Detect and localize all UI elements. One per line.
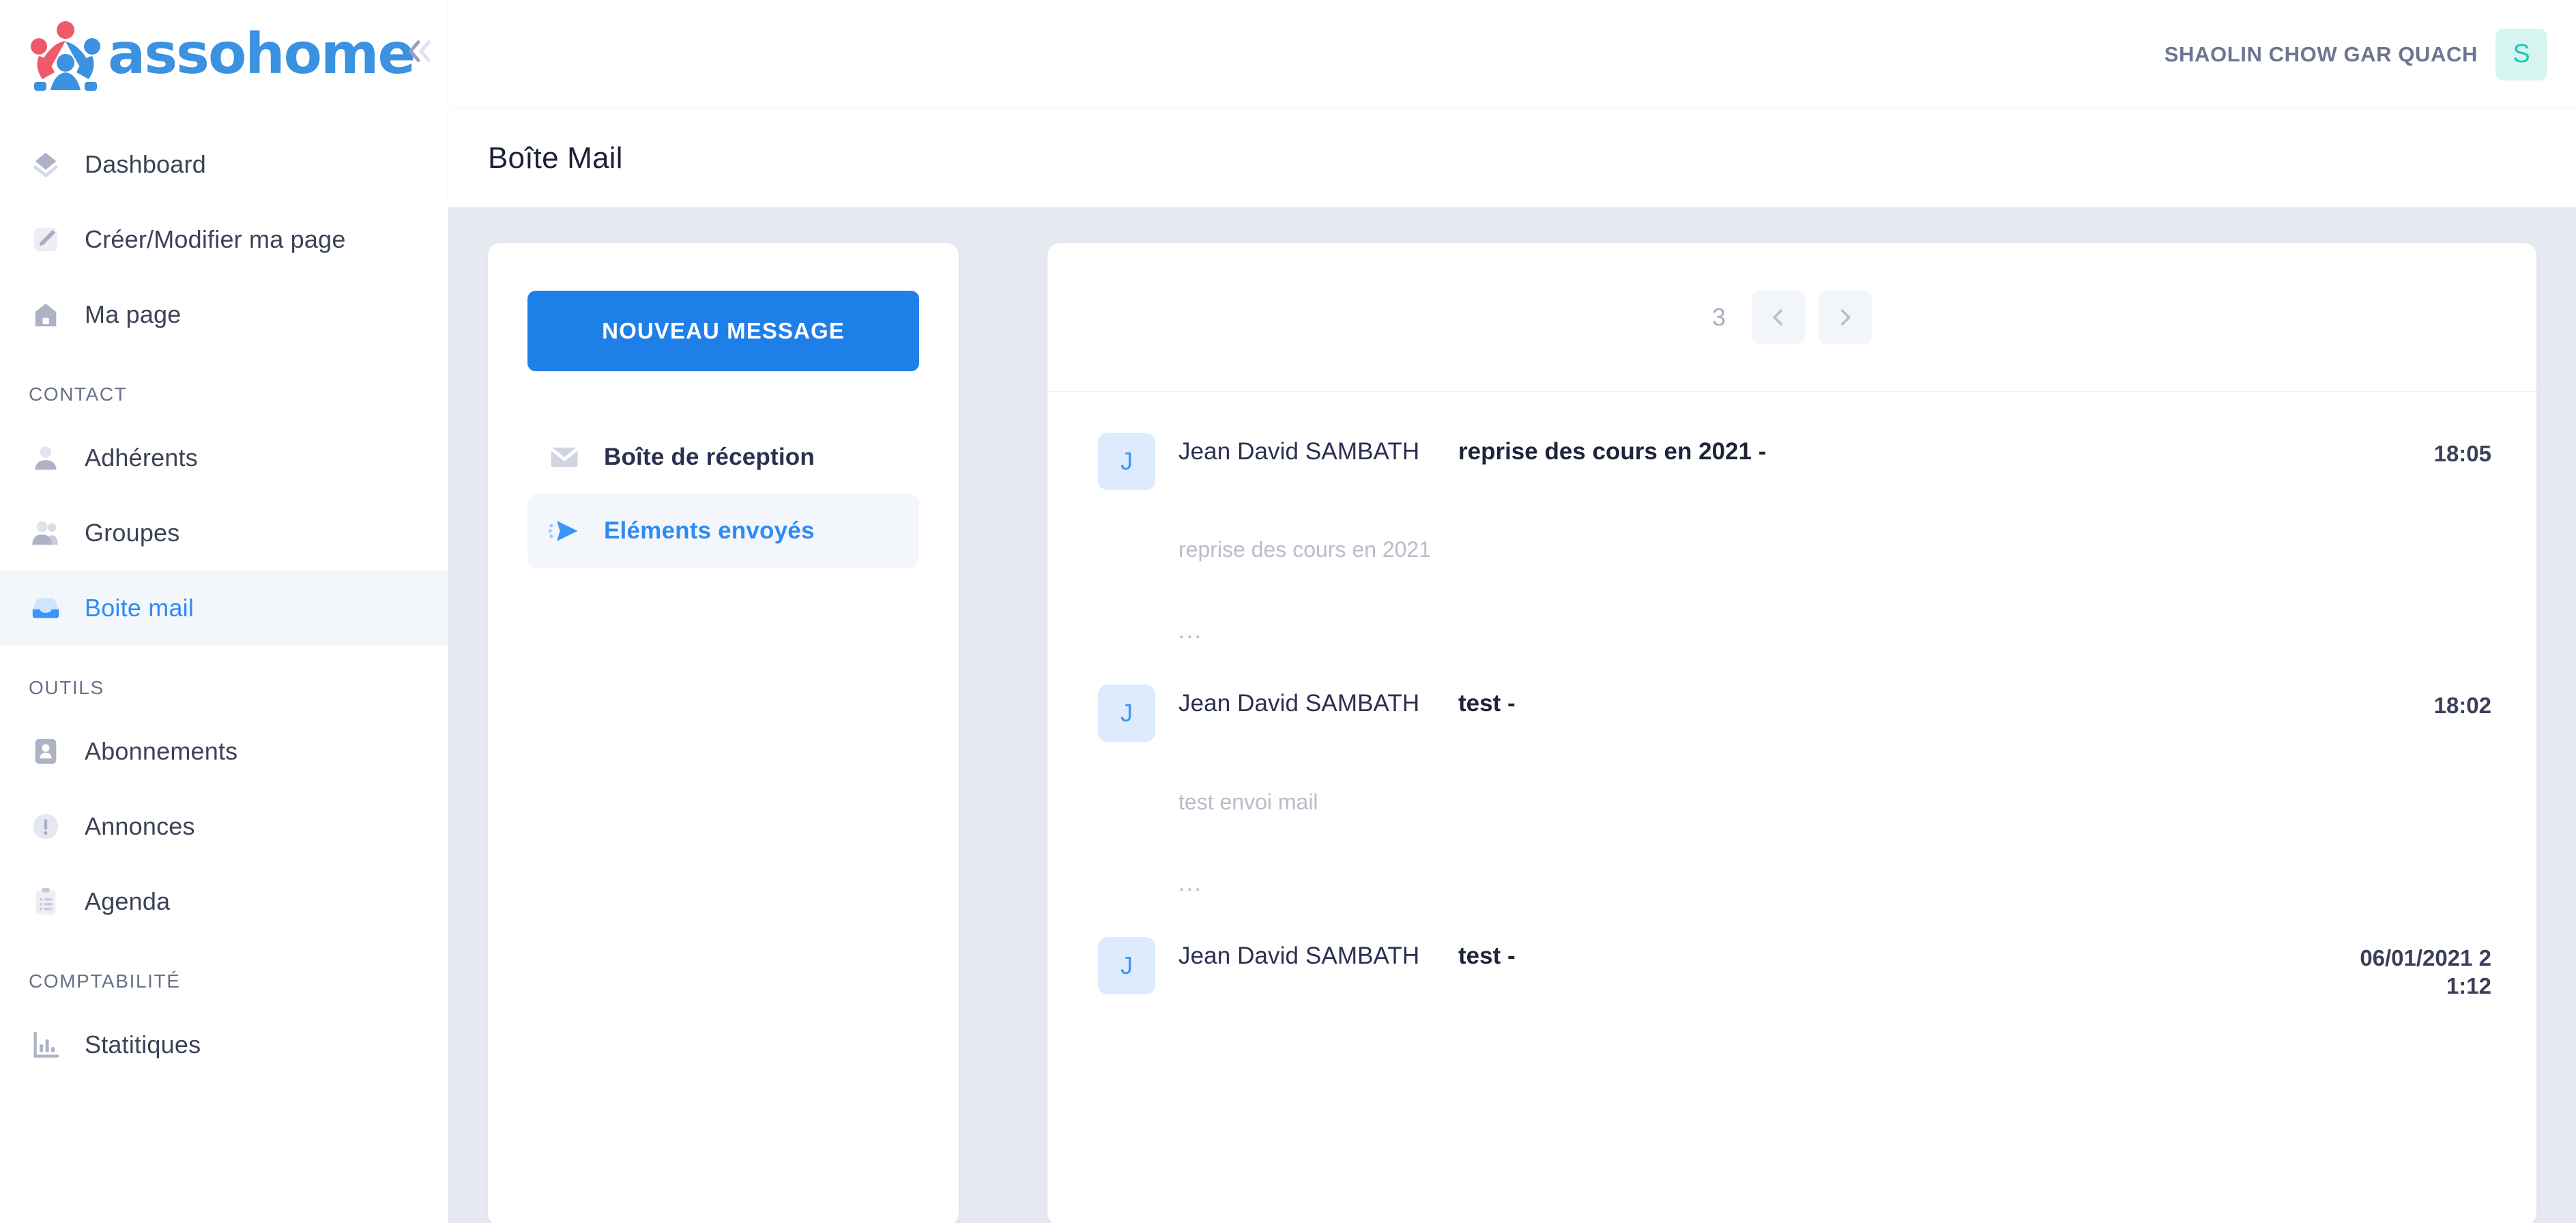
mail-list-panel: 3 J xyxy=(1047,243,2536,1223)
avatar[interactable]: S xyxy=(2495,29,2547,81)
mail-folder-inbox[interactable]: Boîte de réception xyxy=(527,420,919,494)
account-name: SHAOLIN CHOW GAR QUACH xyxy=(2165,42,2478,67)
sidebar-item-label: Adhérents xyxy=(85,444,198,472)
sidebar-item-ma-page[interactable]: Ma page xyxy=(0,277,448,352)
sidebar-item-creer-modifier-ma-page[interactable]: Créer/Modifier ma page xyxy=(0,202,448,277)
table-row[interactable]: J Jean David SAMBATH test - 06/01/2021 2… xyxy=(1047,896,2536,1001)
avatar: J xyxy=(1098,937,1155,994)
mail-folder-label: Boîte de réception xyxy=(604,444,815,471)
topbar: SHAOLIN CHOW GAR QUACH S xyxy=(448,0,2576,109)
mail-truncation-ellipsis: ... xyxy=(1178,562,2491,644)
double-chevron-left-icon xyxy=(404,35,435,67)
envelope-icon xyxy=(547,440,582,475)
mail-sender: Jean David SAMBATH xyxy=(1178,934,1458,970)
app-root: assohome Dashboard xyxy=(0,0,2576,1223)
brand-logo[interactable]: assohome xyxy=(27,19,414,91)
mail-row-body: Jean David SAMBATH test - 06/01/2021 21:… xyxy=(1155,934,2491,1001)
pencil-square-icon xyxy=(29,222,63,257)
main-area: SHAOLIN CHOW GAR QUACH S Boîte Mail NOUV… xyxy=(448,0,2576,1223)
mail-truncation-ellipsis: ... xyxy=(1178,815,2491,896)
mail-timestamp: 18:05 xyxy=(2355,430,2491,467)
avatar: J xyxy=(1098,433,1155,490)
new-message-button[interactable]: NOUVEAU MESSAGE xyxy=(527,291,919,371)
content-area: NOUVEAU MESSAGE Boîte de réception xyxy=(448,207,2576,1223)
mail-timestamp: 18:02 xyxy=(2355,682,2491,719)
mail-folders-panel: NOUVEAU MESSAGE Boîte de réception xyxy=(488,243,959,1223)
brand-name: assohome xyxy=(108,27,414,83)
sidebar-item-label: Agenda xyxy=(85,887,170,916)
sidebar-item-label: Statitiques xyxy=(85,1031,201,1059)
sidebar-section-contact: CONTACT xyxy=(0,352,448,420)
inbox-icon xyxy=(29,591,63,625)
sidebar-section-comptabilite: COMPTABILITÉ xyxy=(0,939,448,1007)
assohome-logo-icon xyxy=(27,19,104,91)
mail-folder-label: Eléments envoyés xyxy=(604,517,815,545)
mail-list-pagination: 3 xyxy=(1047,243,2536,392)
mail-subject: test - xyxy=(1458,934,2355,970)
table-row[interactable]: J Jean David SAMBATH test - 18:02 test e… xyxy=(1047,644,2536,895)
mail-sender: Jean David SAMBATH xyxy=(1178,430,1458,465)
exclamation-circle-icon xyxy=(29,809,63,844)
mail-row-header: Jean David SAMBATH reprise des cours en … xyxy=(1178,430,2491,467)
sidebar-item-adherents[interactable]: Adhérents xyxy=(0,420,448,495)
chevron-right-icon xyxy=(1834,306,1857,329)
user-icon xyxy=(29,441,63,475)
sidebar-item-dashboard[interactable]: Dashboard xyxy=(0,127,448,202)
clipboard-list-icon xyxy=(29,884,63,919)
sidebar-item-label: Boite mail xyxy=(85,594,194,622)
users-icon xyxy=(29,516,63,550)
mail-folder-list: Boîte de réception Eléments envoyés xyxy=(527,420,919,568)
home-icon xyxy=(29,298,63,332)
sidebar-item-groupes[interactable]: Groupes xyxy=(0,495,448,571)
sidebar-item-abonnements[interactable]: Abonnements xyxy=(0,714,448,789)
mail-timestamp: 06/01/2021 21:12 xyxy=(2355,934,2491,1001)
brand-header: assohome xyxy=(0,0,448,109)
diamond-layers-icon xyxy=(29,147,63,182)
sidebar-item-label: Abonnements xyxy=(85,737,237,766)
mail-sender: Jean David SAMBATH xyxy=(1178,682,1458,717)
mail-row-header: Jean David SAMBATH test - 18:02 xyxy=(1178,682,2491,719)
pagination-prev-button[interactable] xyxy=(1752,291,1805,344)
pagination-page-number: 3 xyxy=(1712,303,1726,332)
sidebar-item-label: Créer/Modifier ma page xyxy=(85,225,346,254)
paper-plane-icon xyxy=(547,513,582,549)
sidebar-item-label: Groupes xyxy=(85,519,179,547)
avatar: J xyxy=(1098,685,1155,742)
mail-folder-sent[interactable]: Eléments envoyés xyxy=(527,494,919,568)
sidebar-item-label: Dashboard xyxy=(85,150,206,179)
sidebar-collapse-button[interactable] xyxy=(404,35,435,67)
sidebar-section-outils: OUTILS xyxy=(0,646,448,714)
sidebar: assohome Dashboard xyxy=(0,0,448,1223)
sidebar-item-boite-mail[interactable]: Boite mail xyxy=(0,571,448,646)
mail-row-body: Jean David SAMBATH test - 18:02 test env… xyxy=(1155,682,2491,895)
mail-row-header: Jean David SAMBATH test - 06/01/2021 21:… xyxy=(1178,934,2491,1001)
id-card-icon xyxy=(29,734,63,768)
sidebar-item-agenda[interactable]: Agenda xyxy=(0,864,448,939)
mail-subject: test - xyxy=(1458,682,2355,717)
sidebar-item-label: Annonces xyxy=(85,812,195,841)
table-row[interactable]: J Jean David SAMBATH reprise des cours e… xyxy=(1047,392,2536,644)
pagination-next-button[interactable] xyxy=(1819,291,1872,344)
chevron-left-icon xyxy=(1767,306,1790,329)
page-title-bar: Boîte Mail xyxy=(448,109,2576,207)
sidebar-item-statitiques[interactable]: Statitiques xyxy=(0,1007,448,1082)
page-title: Boîte Mail xyxy=(488,141,623,175)
mail-subject: reprise des cours en 2021 - xyxy=(1458,430,2355,465)
sidebar-item-label: Ma page xyxy=(85,300,182,329)
bar-chart-icon xyxy=(29,1028,63,1062)
sidebar-nav: Dashboard Créer/Modifier ma page xyxy=(0,109,448,1082)
sidebar-item-annonces[interactable]: Annonces xyxy=(0,789,448,864)
mail-preview: test envoi mail xyxy=(1178,720,2491,815)
mail-row-body: Jean David SAMBATH reprise des cours en … xyxy=(1155,430,2491,644)
mail-preview: reprise des cours en 2021 xyxy=(1178,467,2491,562)
